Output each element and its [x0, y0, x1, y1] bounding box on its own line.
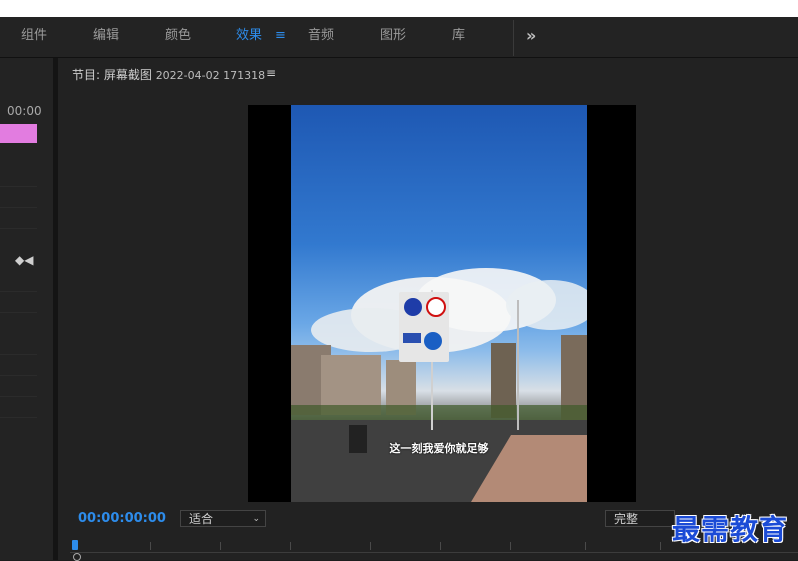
tab-assembly[interactable]: 组件 [21, 17, 47, 57]
playhead[interactable] [72, 540, 78, 550]
ruler-tick [290, 542, 291, 550]
tab-audio[interactable]: 音频 [308, 17, 334, 57]
watermark-logo: 最需教育 [672, 513, 789, 546]
resolution-select-value: 完整 [614, 512, 639, 526]
divider [0, 186, 37, 187]
tab-divider [513, 20, 514, 56]
resolution-select[interactable]: 完整 [605, 510, 675, 527]
divider [0, 417, 37, 418]
program-monitor-title[interactable]: 节目: 屏幕截图 2022-04-02 171318 [72, 66, 265, 83]
divider [0, 396, 37, 397]
top-white-strip [0, 0, 798, 17]
ruler-baseline [70, 552, 798, 553]
zoom-select[interactable]: 适合 ⌄ [180, 510, 266, 527]
video-subtitle: 这一刻我爱你就足够 [389, 442, 489, 455]
divider [0, 312, 37, 313]
playhead-timecode[interactable]: 00:00:00:00 [78, 511, 166, 526]
ruler-tick [370, 542, 371, 550]
divider [0, 291, 37, 292]
sequence-name: 2022-04-02 171318 [155, 69, 266, 82]
tab-libraries[interactable]: 库 [452, 17, 465, 57]
program-title-prefix: 节目: 屏幕截图 [72, 68, 152, 82]
overflow-chevron-icon[interactable]: » [526, 17, 536, 57]
ruler-tick [440, 542, 441, 550]
keyframe-nav-icon[interactable]: ◆◀ [15, 253, 33, 267]
divider [0, 207, 37, 208]
video-frame[interactable]: 这一刻我爱你就足够 [291, 105, 587, 502]
tab-effects-menu-icon[interactable]: ≡ [275, 17, 286, 57]
ruler-tick [660, 542, 661, 550]
divider [0, 228, 37, 229]
tab-color[interactable]: 颜色 [165, 17, 191, 57]
ruler-tick [585, 542, 586, 550]
divider [0, 354, 37, 355]
ruler-tick [220, 542, 221, 550]
divider [0, 375, 37, 376]
tab-effects[interactable]: 效果 [236, 17, 262, 57]
effect-controls-clip[interactable] [0, 124, 37, 143]
ruler-tick [510, 542, 511, 550]
program-monitor-menu-icon[interactable]: ≡ [266, 66, 276, 80]
tab-graphics[interactable]: 图形 [380, 17, 406, 57]
ruler-tick [150, 542, 151, 550]
zoom-select-value: 适合 [189, 512, 214, 526]
effect-controls-time: 00:00 [7, 104, 42, 118]
chevron-down-icon: ⌄ [252, 514, 260, 524]
tab-editing[interactable]: 编辑 [93, 17, 119, 57]
workspace-tabbar: 组件 编辑 颜色 效果 ≡ 音频 图形 库 [0, 17, 798, 58]
